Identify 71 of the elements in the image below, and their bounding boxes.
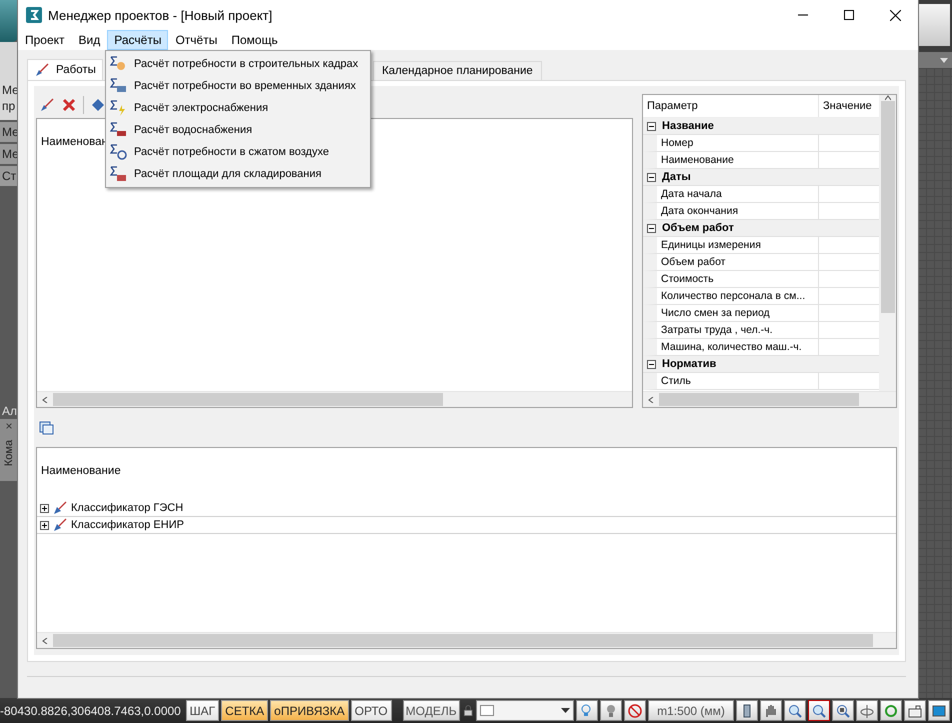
mode-toggle[interactable]: ШАГ: [186, 700, 220, 721]
maximize-icon: [844, 10, 854, 20]
menu-item[interactable]: Отчёты: [168, 30, 224, 50]
scroll-left-icon[interactable]: [648, 396, 654, 402]
command-label: Кома: [3, 440, 15, 466]
menu-item[interactable]: Помощь: [224, 30, 285, 50]
collapse-icon[interactable]: [647, 360, 656, 368]
dropdown-item[interactable]: Расчёт площади для складирования: [106, 163, 370, 185]
property-name: Число смен за период: [657, 305, 819, 321]
property-name: Стиль: [657, 373, 819, 389]
close-icon: [890, 10, 900, 20]
horizontal-scrollbar[interactable]: [37, 391, 632, 407]
group-row[interactable]: Даты: [643, 169, 879, 186]
dropdown-item[interactable]: Расчёт потребности в строительных кадрах: [106, 53, 370, 75]
tab[interactable]: Календарное планирование: [372, 61, 542, 80]
menu-item[interactable]: Вид: [72, 30, 108, 50]
collapse-icon[interactable]: [647, 172, 656, 182]
collapse-icon[interactable]: [647, 224, 656, 232]
mode-toggle[interactable]: ОРТО: [350, 700, 392, 721]
tree-item[interactable]: Классификатор ЕНИР: [71, 519, 184, 531]
layer-swatch-icon: [480, 704, 494, 716]
property-name: Количество персонала в см...: [657, 288, 819, 304]
background-label: пр: [1, 98, 16, 114]
delete-icon[interactable]: [61, 97, 77, 113]
expand-icon[interactable]: [40, 520, 49, 530]
property-name: Объем работ: [657, 254, 819, 270]
mode-toggle[interactable]: оПРИВЯЗКА: [270, 700, 349, 721]
diamond-icon[interactable]: [90, 97, 106, 113]
group-row[interactable]: Объем работ: [643, 220, 879, 237]
lightning-icon: [110, 100, 128, 116]
menu-item[interactable]: Расчёты: [107, 30, 168, 50]
scale-readout[interactable]: m1:500 (мм): [648, 700, 734, 721]
column-header: Наименование: [41, 465, 122, 477]
dropdown-item[interactable]: Расчёт потребности в сжатом воздухе: [106, 141, 370, 163]
dropdown-arrow-icon: [561, 708, 570, 713]
property-name: Дата окончания: [657, 203, 819, 219]
dropdown-item[interactable]: Расчёт потребности во временных зданиях: [106, 75, 370, 97]
column-header: Наименован: [41, 136, 109, 148]
vertical-scrollbar[interactable]: [879, 95, 896, 391]
dropdown-item[interactable]: Расчёт водоснабжения: [106, 119, 370, 141]
mode-toggle[interactable]: СЕТКА: [221, 700, 268, 721]
horizontal-scrollbar[interactable]: [643, 391, 896, 407]
dropdown-item[interactable]: Расчёт электроснабжения: [106, 97, 370, 119]
column-header: Параметр: [643, 95, 819, 117]
scroll-up-icon[interactable]: [884, 95, 890, 101]
property-name: Дата начала: [657, 186, 819, 202]
expand-icon[interactable]: [40, 504, 49, 512]
property-name: Машина, количество маш.-ч.: [657, 339, 819, 355]
property-name: Наименование: [657, 152, 819, 168]
model-button[interactable]: МОДЕЛЬ: [402, 700, 460, 721]
app-icon: [26, 7, 42, 23]
pages-icon[interactable]: [39, 420, 55, 436]
close-icon[interactable]: ×: [5, 419, 12, 433]
property-name: Единицы измерения: [657, 237, 819, 253]
property-name: Номер: [657, 135, 819, 151]
column-header: Значение: [822, 99, 873, 114]
background-label: Ал: [1, 403, 18, 419]
group-row[interactable]: Норматив: [643, 356, 879, 373]
collapse-icon[interactable]: [647, 122, 656, 130]
property-name: Стоимость: [657, 271, 819, 287]
group-row[interactable]: Название: [643, 118, 879, 135]
horizontal-scrollbar[interactable]: [37, 632, 896, 648]
scroll-left-icon[interactable]: [42, 396, 48, 402]
scroll-left-icon[interactable]: [42, 638, 48, 644]
tab[interactable]: Работы: [27, 59, 103, 80]
property-name: Затраты труда , чел.-ч.: [657, 322, 819, 338]
coordinates-readout: -80430.8826,306408.7463,0.0000: [0, 704, 182, 718]
window-title: Менеджер проектов - [Новый проект]: [48, 8, 274, 22]
menu-item[interactable]: Проект: [18, 30, 72, 50]
tree-item[interactable]: Классификатор ГЭСН: [71, 502, 184, 514]
dropdown-arrow-icon: [940, 58, 948, 62]
